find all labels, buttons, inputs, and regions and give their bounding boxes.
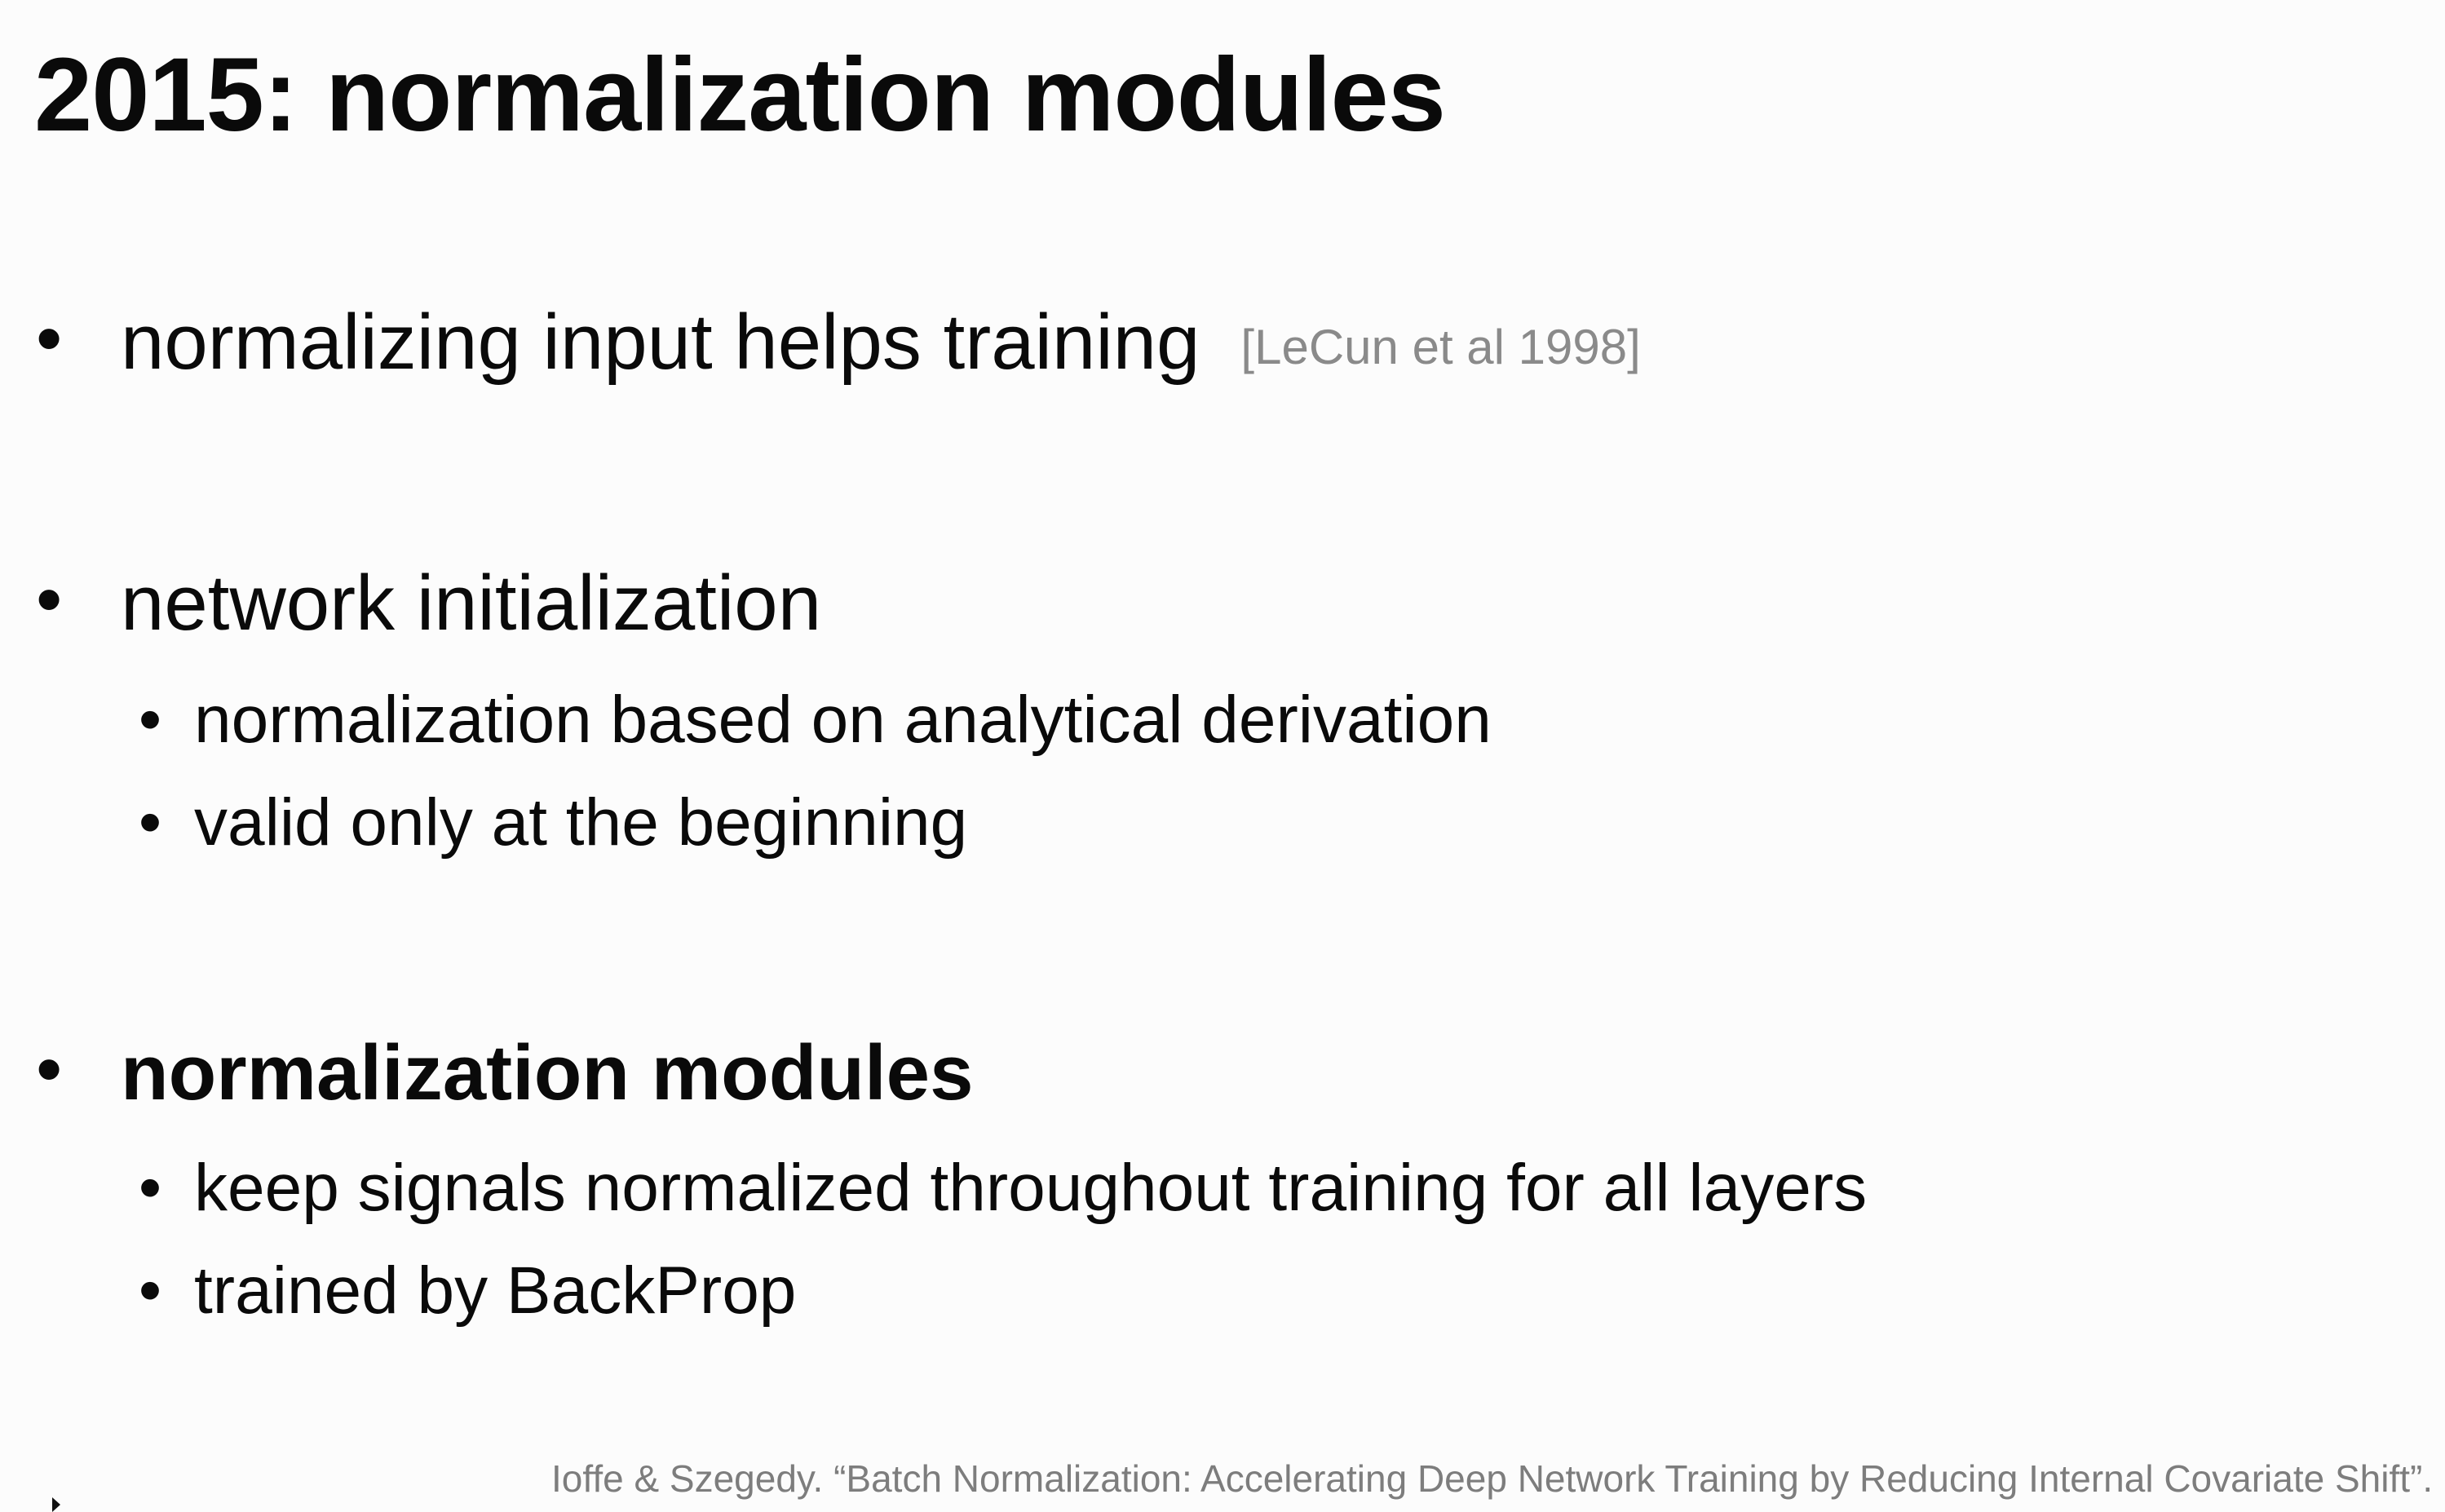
citation-lecun: [LeCun et al 1998]	[1240, 320, 1641, 374]
bullet-marker: •	[36, 297, 63, 380]
sub-bullet-marker: •	[139, 1151, 162, 1223]
footer-citation: Ioffe & Szegedy. “Batch Normalization: A…	[551, 1457, 2445, 1500]
sub-item-valid-beginning: valid only at the beginning	[194, 785, 968, 860]
sub-item-trained-by-backprop: trained by BackProp	[194, 1253, 797, 1328]
sub-item-keep-signals-normalized: keep signals normalized throughout train…	[194, 1151, 1868, 1225]
bullet-marker: •	[36, 558, 63, 641]
sub-bullet-marker: •	[139, 785, 162, 858]
bullet-text: normalizing input helps training	[121, 298, 1200, 386]
mouse-pointer-icon	[52, 1497, 60, 1512]
sub-item-analytical-derivation: normalization based on analytical deriva…	[194, 683, 1492, 757]
bullet-item-network-initialization: network initialization	[121, 559, 822, 647]
sub-bullet-marker: •	[139, 1253, 162, 1326]
bullet-item-normalizing-input: normalizing input helps training [LeCun e…	[121, 295, 1641, 389]
sub-bullet-marker: •	[139, 683, 162, 755]
bullet-item-normalization-modules: normalization modules	[121, 1029, 974, 1116]
bullet-marker: •	[36, 1028, 63, 1111]
slide-title: 2015: normalization modules	[34, 37, 1446, 153]
